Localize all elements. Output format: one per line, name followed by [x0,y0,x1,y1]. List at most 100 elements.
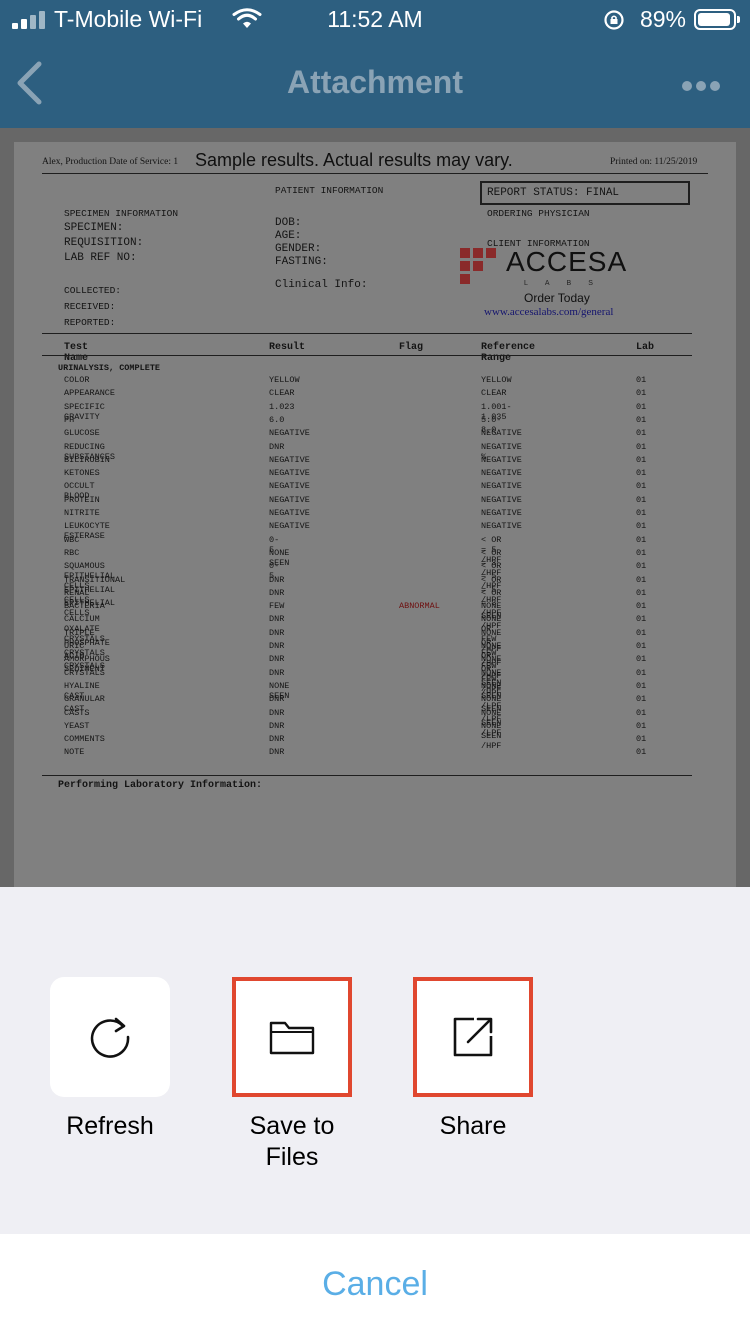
report-status: REPORT STATUS: FINAL [487,187,620,199]
result-cell: DNR [269,441,285,452]
patient-information-heading: PATIENT INFORMATION [275,185,384,196]
reference-range-cell: NEGATIVE [481,428,522,439]
test-name-cell: CASTS [64,707,90,718]
result-cell: 1.023 [269,401,295,412]
result-cell: DNR [269,574,285,585]
navigation-bar: Attachment [0,40,750,128]
collected-label: COLLECTED: [64,285,122,296]
test-name-cell: COMMENTS [64,734,105,745]
cancel-label: Cancel [322,1264,428,1303]
performing-lab-heading: Performing Laboratory Information: [58,780,263,791]
test-name-cell: CRYSTALS [64,667,105,678]
result-cell: FEW [269,601,285,612]
test-name-cell: GLUCOSE [64,428,100,439]
reference-range-cell: NEGATIVE [481,481,522,492]
more-options-icon[interactable] [678,78,720,96]
result-cell: NEGATIVE [269,494,310,505]
share-action[interactable]: Share [413,977,533,1142]
panel-name: URINALYSIS, COMPLETE [58,363,161,373]
lab-cell: 01 [636,747,647,758]
battery-percentage: 89% [639,6,686,32]
battery-icon [694,9,740,30]
lab-cell: 01 [636,521,647,532]
result-cell: DNR [269,747,285,758]
received-label: RECEIVED: [64,301,116,312]
share-label: Share [439,1112,507,1140]
refresh-action[interactable]: Refresh [50,977,170,1142]
lab-cell: 01 [636,574,647,585]
lab-cell: 01 [636,375,647,385]
reference-range-cell: YELLOW [481,375,512,385]
result-cell: DNR [269,654,285,665]
result-cell: NEGATIVE [269,521,310,532]
result-cell: DNR [269,667,285,678]
lab-cell: 01 [636,401,647,412]
result-cell: NEGATIVE [269,454,310,465]
lab-cell: 01 [636,694,647,705]
lab-cell: 01 [636,734,647,745]
reference-range-cell: NEGATIVE [481,468,522,479]
lab-cell: 01 [636,414,647,425]
gender-label: GENDER: [275,243,322,255]
refresh-button[interactable] [50,977,170,1097]
cancel-button[interactable]: Cancel [0,1234,750,1334]
requisition-label: REQUISITION: [64,237,144,249]
dob-label: DOB: [275,217,302,229]
ordering-physician-label: ORDERING PHYSICIAN [487,208,590,219]
attachment-preview[interactable]: Alex, Production Date of Service: 1 Samp… [0,128,750,887]
test-name-cell: COLOR [64,375,90,385]
result-cell: DNR [269,627,285,638]
result-cell: DNR [269,694,285,705]
lab-cell: 01 [636,614,647,625]
result-cell: DNR [269,587,285,598]
result-cell: YELLOW [269,375,300,385]
lab-ref-label: LAB REF NO: [64,252,137,264]
save-to-files-label: Save to Files [249,1112,335,1171]
clock: 11:52 AM [327,6,423,32]
lab-cell: 01 [636,481,647,492]
lab-cell: 01 [636,508,647,518]
lab-cell: 01 [636,547,647,558]
result-cell: NEGATIVE [269,468,310,479]
reference-range-cell: NEGATIVE [481,508,522,518]
lab-cell: 01 [636,627,647,638]
lab-cell: 01 [636,534,647,545]
result-cell: NEGATIVE [269,428,310,439]
save-to-files-button[interactable] [232,977,352,1097]
test-name-cell: WBC [64,534,80,545]
share-icon [453,1017,493,1057]
accesa-logo-text: ACCESA [506,246,628,277]
status-bar: T-Mobile Wi-Fi 11:52 AM 89% [0,0,750,40]
test-name-cell: NITRITE [64,508,100,518]
result-cell: DNR [269,720,285,731]
result-cell: DNR [269,707,285,718]
reference-range-cell: NONE SEEN /HPF [481,720,502,751]
test-name-cell: BACTERIA [64,601,105,612]
result-cell: DNR [269,641,285,651]
test-name-cell: APPEARANCE [64,388,116,399]
lab-cell: 01 [636,388,647,399]
accesa-url: www.accesalabs.com/general [484,306,614,318]
test-name-cell: BILIRUBIN [64,454,110,465]
test-name-cell: PH [64,414,75,425]
result-cell: DNR [269,734,285,745]
order-today-text: Order Today [524,291,590,305]
specimen-label: SPECIMEN: [64,222,124,234]
save-to-files-action[interactable]: Save to Files [232,977,352,1173]
refresh-icon [90,1017,130,1058]
share-button[interactable] [413,977,533,1097]
test-name-cell: KETONES [64,468,100,479]
labs-logo-text: LABS [524,280,610,287]
lab-cell: 01 [636,641,647,651]
printed-on: Printed on: 11/25/2019 [610,157,698,167]
test-name-cell: NOTE [64,747,85,758]
lab-cell: 01 [636,587,647,598]
lab-cell: 01 [636,494,647,505]
page-title: Attachment [286,64,463,100]
clinical-info-label: Clinical Info: [275,279,368,291]
age-label: AGE: [275,230,302,242]
sample-disclaimer: Sample results. Actual results may vary. [195,150,513,170]
report-header-left: Alex, Production Date of Service: 1 [42,157,179,167]
reference-range-cell: NEGATIVE [481,494,522,505]
lab-cell: 01 [636,707,647,718]
